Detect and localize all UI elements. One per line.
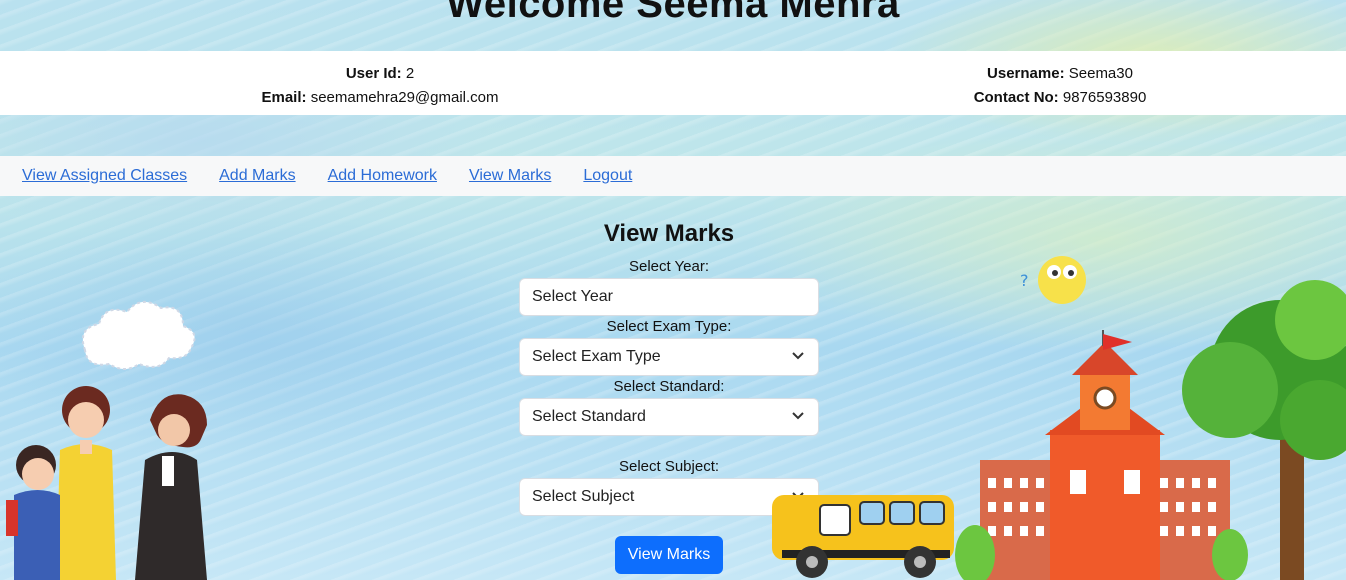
nav-add-homework[interactable]: Add Homework [328, 167, 437, 185]
year-placeholder: Select Year [532, 288, 613, 305]
view-marks-button[interactable]: View Marks [614, 536, 724, 574]
subject-value: Select Subject [532, 488, 635, 505]
school-bus-icon [772, 495, 954, 578]
nav-add-marks[interactable]: Add Marks [219, 167, 295, 185]
thinking-emoji-icon: ? [1020, 256, 1086, 304]
cloud-icon [81, 301, 196, 370]
page-title: Welcome Seema Mehra [446, 0, 900, 26]
email-value: seemamehra29@gmail.com [310, 89, 499, 106]
teacher-children-illustration [6, 301, 207, 580]
standard-value: Select Standard [532, 408, 646, 425]
username-value: Seema30 [1068, 65, 1133, 82]
user-info-right: Username: Seema30 Contact No: 9876593890 [930, 62, 1190, 110]
contact-label: Contact No: [973, 89, 1059, 106]
contact-value: 9876593890 [1062, 89, 1147, 106]
user-id-label: User Id: [345, 65, 402, 82]
user-info-left: User Id: 2 Email: seemamehra29@gmail.com [230, 62, 530, 110]
school-illustration: ? [772, 256, 1346, 580]
teacher-nav: View Assigned Classes Add Marks Add Home… [0, 156, 1346, 196]
exam-type-value: Select Exam Type [532, 348, 661, 365]
teacher-figure [135, 394, 207, 580]
svg-text:?: ? [1020, 271, 1029, 290]
nav-logout[interactable]: Logout [583, 167, 632, 185]
mother-figure [56, 386, 116, 580]
form-title: View Marks [603, 220, 735, 247]
username-label: Username: [987, 65, 1065, 82]
nav-view-marks[interactable]: View Marks [469, 167, 551, 185]
user-id-value: 2 [405, 65, 415, 82]
email-label: Email: [261, 89, 307, 106]
user-info-bar: User Id: 2 Email: seemamehra29@gmail.com… [0, 51, 1346, 115]
nav-view-assigned-classes[interactable]: View Assigned Classes [22, 167, 187, 185]
boy-figure [6, 445, 60, 580]
